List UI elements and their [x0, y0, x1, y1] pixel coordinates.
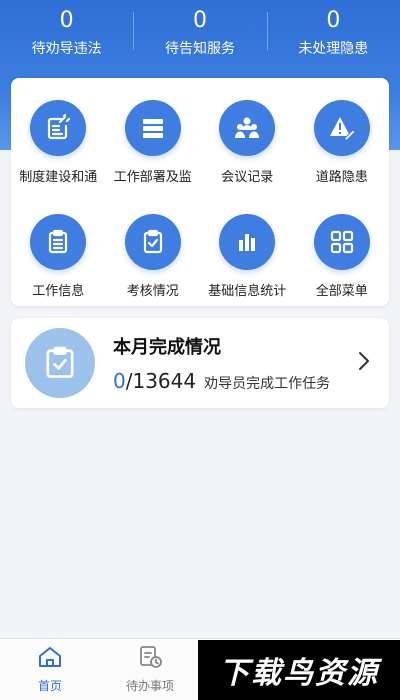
warning-pen-icon [313, 100, 370, 156]
edit-doc-icon [30, 100, 87, 156]
menu-item-basic-stats[interactable]: 基础信息统计 [200, 192, 295, 306]
monthly-progress-card[interactable]: 本月完成情况 0 /13644 劝导员完成工作任务 [11, 318, 389, 408]
menu-item-all-menus[interactable]: 全部菜单 [295, 192, 390, 306]
clipboard-check-icon [25, 328, 95, 398]
menu-item-meeting-records[interactable]: 会议记录 [200, 78, 295, 192]
watermark-logo: 下载鸟资源 [198, 640, 400, 700]
menu-label: 全部菜单 [315, 284, 368, 299]
progress-done: 0 [113, 369, 126, 393]
home-icon [37, 645, 63, 673]
tab-home[interactable]: 首页 [0, 639, 100, 700]
menu-item-road-hazards[interactable]: 道路隐患 [295, 78, 390, 192]
stat-label: 待告知服务 [164, 41, 235, 57]
stat-label: 未处理隐患 [298, 41, 369, 57]
stat-unhandled-hazards[interactable]: 0 未处理隐患 [266, 0, 400, 64]
chevron-right-icon [357, 350, 371, 376]
menu-item-work-info[interactable]: 工作信息 [11, 192, 106, 306]
clipboard-check-icon [124, 214, 181, 270]
tab-label: 待办事项 [125, 679, 174, 693]
menu-label: 考核情况 [126, 284, 179, 299]
server-list-icon [124, 100, 181, 156]
tab-todo[interactable]: 待办事项 [100, 639, 200, 700]
menu-label: 道路隐患 [315, 170, 368, 185]
menu-label: 工作部署及监 [113, 170, 192, 185]
menu-item-system-building[interactable]: 制度建设和通 [11, 78, 106, 192]
todo-clock-icon [137, 645, 163, 673]
progress-title: 本月完成情况 [113, 337, 221, 358]
menu-label: 会议记录 [221, 170, 274, 185]
meeting-people-icon [219, 100, 276, 156]
progress-description: 劝导员完成工作任务 [204, 376, 331, 392]
bar-chart-icon [219, 214, 276, 270]
progress-total: /13644 [125, 369, 197, 393]
grid-icon [313, 214, 370, 270]
stat-pending-violations[interactable]: 0 待劝导违法 [0, 0, 133, 64]
menu-label: 工作信息 [32, 284, 85, 299]
stat-label: 待劝导违法 [31, 41, 102, 57]
tab-label: 首页 [37, 679, 62, 693]
stat-value: 0 [326, 8, 341, 33]
menu-label: 制度建设和通 [19, 170, 98, 185]
clipboard-icon [30, 214, 87, 270]
stat-value: 0 [192, 8, 207, 33]
menu-label: 基础信息统计 [208, 284, 287, 299]
menu-grid: 制度建设和通 工作部署及监 会议记录 道路隐患 工作信息 考核情况 基础信息统计… [11, 78, 389, 306]
stat-value: 0 [59, 8, 74, 33]
stat-pending-notices[interactable]: 0 待告知服务 [133, 0, 266, 64]
menu-item-assessment[interactable]: 考核情况 [106, 192, 201, 306]
stats-bar: 0 待劝导违法 0 待告知服务 0 未处理隐患 [0, 0, 400, 64]
menu-item-work-deployment[interactable]: 工作部署及监 [106, 78, 201, 192]
